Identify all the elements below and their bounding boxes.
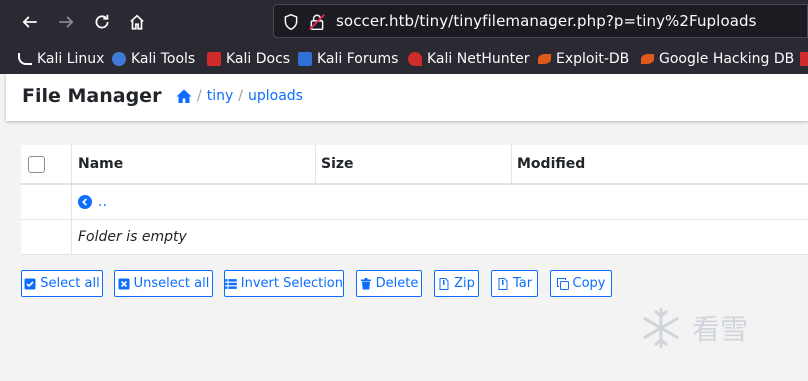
- url-bar[interactable]: soccer.htb/tiny/tinyfilemanager.php?p=ti…: [273, 4, 808, 38]
- shield-icon[interactable]: [282, 13, 300, 31]
- x-square-icon: [118, 278, 130, 289]
- bookmarks-bar: Kali Linux Kali Tools Kali Docs Kali For…: [0, 43, 808, 74]
- bookmark-label: Exploit-DB: [556, 51, 630, 67]
- button-label: Invert Selection: [240, 276, 343, 291]
- bookmark-label: Kali Forums: [317, 51, 399, 67]
- watermark-text: 看雪: [692, 313, 749, 346]
- button-label: Copy: [572, 276, 606, 291]
- breadcrumb: / tiny / uploads: [176, 88, 303, 104]
- arrow-right-icon: [59, 16, 74, 28]
- breadcrumb-separator: /: [197, 88, 202, 104]
- home-icon: [130, 14, 144, 30]
- bookmark-kali-docs[interactable]: Kali Docs: [207, 49, 290, 69]
- copy-icon: [556, 277, 569, 290]
- url-text: soccer.htb/tiny/tinyfilemanager.php?p=ti…: [336, 12, 757, 30]
- empty-folder-message: Folder is empty: [78, 229, 187, 245]
- bookmark-kali-tools[interactable]: Kali Tools: [112, 49, 195, 69]
- column-header-size[interactable]: Size: [321, 145, 501, 183]
- bookmark-label: Google Hacking DB: [659, 51, 795, 67]
- check-square-icon: [24, 278, 36, 289]
- parent-folder-label: ..: [98, 194, 107, 210]
- exploit-db-icon: [538, 54, 551, 64]
- column-header-name[interactable]: Name: [78, 145, 308, 183]
- tar-button[interactable]: Tar: [491, 270, 538, 297]
- kali-docs-icon: [207, 52, 221, 66]
- table-row: ..: [21, 185, 808, 220]
- arrow-circle-left-icon: [78, 195, 92, 209]
- select-all-checkbox[interactable]: [28, 155, 45, 173]
- breadcrumb-separator: /: [238, 88, 243, 104]
- bookmark-kali-forums[interactable]: Kali Forums: [298, 49, 398, 69]
- breadcrumb-root[interactable]: tiny: [207, 88, 234, 104]
- app-title[interactable]: File Manager: [22, 85, 161, 107]
- button-label: Zip: [454, 276, 475, 291]
- snowflake-icon: [642, 308, 680, 348]
- reload-button[interactable]: [88, 8, 116, 36]
- unselect-all-button[interactable]: Unselect all: [114, 270, 213, 297]
- file-tar-icon: [498, 277, 508, 290]
- kali-forums-icon: [298, 52, 312, 66]
- select-all-button[interactable]: Select all: [21, 270, 103, 297]
- forward-button[interactable]: [52, 8, 80, 36]
- breadcrumb-current[interactable]: uploads: [248, 88, 303, 104]
- select-all-checkbox-cell: [28, 145, 58, 183]
- bookmark-overflow-icon[interactable]: [800, 52, 808, 66]
- trash-icon: [360, 277, 371, 289]
- parent-folder-link[interactable]: ..: [78, 185, 278, 219]
- list-icon: [225, 278, 237, 289]
- kali-tools-icon: [112, 52, 126, 66]
- table-header: Name Size Modified: [21, 145, 808, 185]
- button-label: Tar: [512, 276, 533, 291]
- invert-selection-button[interactable]: Invert Selection: [224, 270, 344, 297]
- bookmark-label: Kali Tools: [131, 51, 196, 67]
- bookmark-google-hacking-db[interactable]: Google Hacking DB: [641, 49, 794, 69]
- bookmark-label: Kali NetHunter: [427, 51, 530, 67]
- bookmark-kali-linux[interactable]: Kali Linux: [18, 49, 104, 69]
- table-row: Folder is empty: [21, 220, 808, 255]
- copy-button[interactable]: Copy: [550, 270, 612, 297]
- file-zip-icon: [439, 277, 449, 290]
- home-icon[interactable]: [176, 89, 192, 104]
- file-table: Name Size Modified .. Folder is empty: [21, 145, 808, 255]
- button-label: Delete: [375, 276, 419, 291]
- watermark: 看雪: [638, 305, 748, 351]
- ghdb-icon: [641, 54, 654, 64]
- kali-dragon-icon: [18, 53, 32, 65]
- insecure-lock-icon[interactable]: [308, 13, 326, 31]
- back-button[interactable]: [16, 8, 44, 36]
- reload-icon: [95, 14, 109, 29]
- zip-button[interactable]: Zip: [434, 270, 479, 297]
- bookmark-label: Kali Linux: [37, 51, 105, 67]
- delete-button[interactable]: Delete: [356, 270, 422, 297]
- home-button[interactable]: [123, 8, 151, 36]
- bookmark-label: Kali Docs: [226, 51, 291, 67]
- app-navbar: File Manager / tiny / uploads: [6, 74, 808, 121]
- column-header-modified[interactable]: Modified: [517, 145, 717, 183]
- button-label: Unselect all: [133, 276, 210, 291]
- arrow-left-icon: [22, 16, 37, 28]
- bookmark-exploit-db[interactable]: Exploit-DB: [538, 49, 629, 69]
- button-label: Select all: [40, 276, 100, 291]
- browser-toolbar: soccer.htb/tiny/tinyfilemanager.php?p=ti…: [0, 0, 808, 43]
- bookmark-kali-nethunter[interactable]: Kali NetHunter: [408, 49, 529, 69]
- nethunter-icon: [408, 52, 422, 66]
